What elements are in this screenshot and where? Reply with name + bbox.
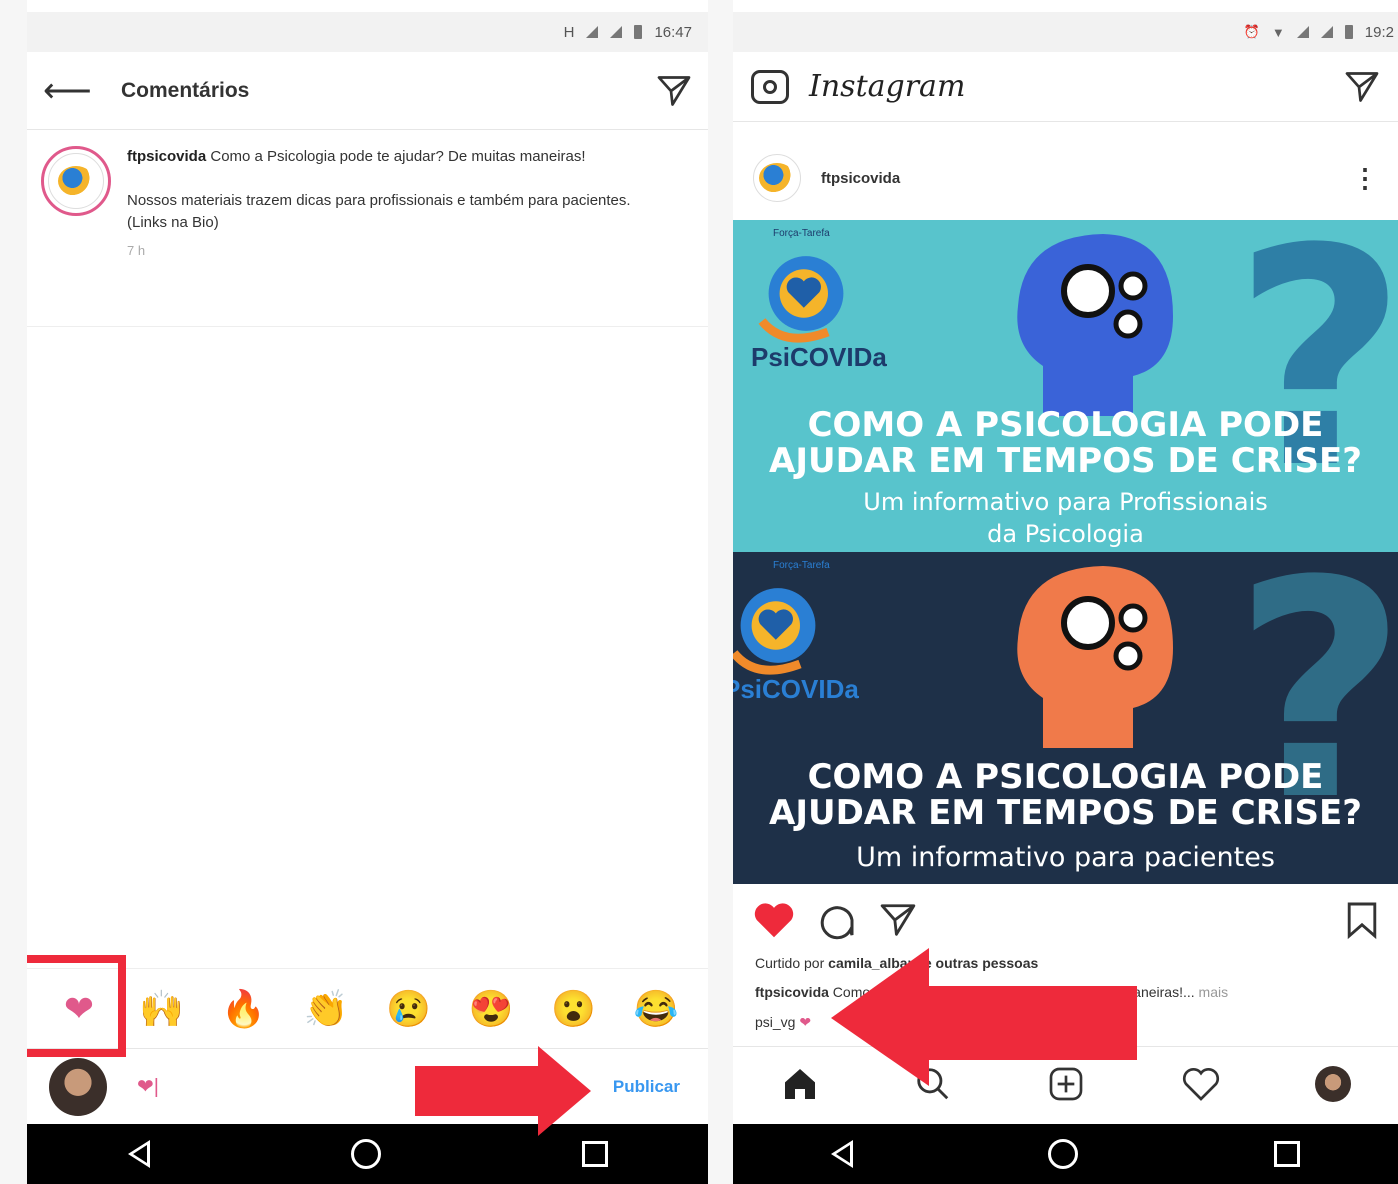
post-image-bottom[interactable]: Força-Tarefa PsiCOVIDa ? COMO A PSICOLOG… [733,552,1398,884]
status-bar: ⏰ ▼ 19:2 [733,12,1398,52]
caption-line: (Links na Bio) [127,214,219,231]
caption-username[interactable]: ftpsicovida [755,984,829,1000]
bookmark-icon[interactable] [1346,900,1378,940]
android-nav-bar [733,1124,1398,1184]
instagram-header: Instagram [733,52,1398,122]
alarm-icon: ⏰ [1243,24,1260,39]
back-arrow-icon[interactable]: ⟵ [43,71,103,111]
psicovida-logo-icon [758,256,844,343]
activity-heart-icon[interactable] [1181,1065,1221,1103]
emoji-laughing[interactable]: 😂 [626,988,686,1030]
red-arrow-right-icon [415,1046,591,1136]
panel-subtitle: Um informativo para Profissionais [863,488,1268,516]
comment-username[interactable]: psi_vg [755,1014,795,1030]
nav-home-icon[interactable] [350,1139,381,1169]
caption-line: Nossos materiais trazem dicas para profi… [127,192,631,209]
nav-back-icon[interactable] [830,1140,853,1168]
more-link[interactable]: mais [1195,984,1229,1000]
psicovida-logo-icon [733,588,816,675]
post-username[interactable]: ftpsicovida [821,170,1352,187]
post-caption: ftpsicovida Como a Psicologia pode te aj… [27,130,708,327]
nav-home-icon[interactable] [1048,1139,1079,1169]
more-options-icon[interactable]: ⋮ [1352,163,1378,194]
panel-brand: PsiCOVIDa [751,342,887,372]
panel-small-label: Força-Tarefa [773,228,830,239]
signal-icon [1296,26,1309,38]
head-gears-icon [1017,234,1173,416]
direct-send-icon[interactable] [656,73,692,109]
nav-recents-icon[interactable] [581,1141,608,1167]
comment-line: psi_vg ❤ [755,1014,811,1031]
signal-icon [610,26,623,38]
panel-title: COMO A PSICOLOGIA PODE [807,757,1324,797]
heart-filled-icon[interactable] [753,901,795,939]
nav-back-icon[interactable] [127,1140,150,1168]
panel-title: AJUDAR EM TEMPOS DE CRISE? [769,793,1362,833]
avatar[interactable] [41,146,111,216]
share-icon[interactable] [879,901,917,939]
panel-brand: PsiCOVIDa [733,674,859,704]
comment-composer: ❤| Publicar [27,1048,708,1124]
comments-header: ⟵ Comentários [27,52,708,130]
avatar[interactable] [753,154,801,202]
feed-screen: ⏰ ▼ 19:2 Instagram ftpsicovida ⋮ Força-T… [733,0,1398,1184]
quick-emoji-bar: ❤ 🙌 🔥 👏 😢 😍 😮 😂 [27,968,708,1048]
clock: 16:47 [654,23,692,41]
signal-icon [1320,26,1333,38]
instagram-logo: Instagram [809,69,966,104]
highlight-box [27,955,126,1057]
nav-recents-icon[interactable] [1274,1141,1301,1167]
panel-title: COMO A PSICOLOGIA PODE [807,405,1324,445]
panel-small-label: Força-Tarefa [773,560,830,571]
emoji-fire[interactable]: 🔥 [214,988,274,1030]
post-actions [733,888,1398,952]
wifi-icon: ▼ [1271,24,1285,40]
page-title: Comentários [121,78,250,102]
battery-icon [634,25,643,39]
panel-subtitle: Um informativo para pacientes [856,842,1275,873]
panel-subtitle: da Psicologia [987,520,1144,548]
emoji-heart-eyes[interactable]: 😍 [461,988,521,1030]
post-header: ftpsicovida ⋮ [733,140,1398,216]
red-arrow-left-icon [831,948,1137,1086]
emoji-surprised[interactable]: 😮 [544,988,604,1030]
caption-username[interactable]: ftpsicovida [127,148,206,165]
home-icon[interactable] [780,1064,820,1104]
android-nav-bar [27,1124,708,1184]
panel-title: AJUDAR EM TEMPOS DE CRISE? [769,441,1362,481]
psicovida-logo-icon [58,166,94,196]
emoji-raised-hands[interactable]: 🙌 [131,988,191,1030]
head-gears-icon [1017,566,1173,748]
liked-prefix: Curtido por [755,955,829,971]
camera-icon[interactable] [751,69,789,104]
comments-screen: H 16:47 ⟵ Comentários ftpsicovida Como a… [27,0,708,1184]
emoji-clapping[interactable]: 👏 [296,988,356,1030]
post-image-top[interactable]: Força-Tarefa PsiCOVIDa ? COMO A PSICOLOG… [733,220,1398,552]
caption-line: Como a Psicologia pode te ajudar? De mui… [210,148,586,165]
user-avatar [49,1057,107,1116]
clock: 19:2 [1364,23,1394,41]
comment-icon[interactable] [817,900,857,940]
caption-time: 7 h [127,243,146,258]
battery-icon [1344,25,1353,39]
emoji-crying[interactable]: 😢 [379,988,439,1030]
comment-text: ❤ [795,1014,812,1030]
status-bar: H 16:47 [27,12,708,52]
profile-avatar[interactable] [1314,1065,1351,1102]
direct-send-icon[interactable] [1344,69,1380,105]
psicovida-logo-icon [759,163,795,193]
signal-icon [586,26,599,38]
network-indicator: H [563,23,575,41]
publish-button[interactable]: Publicar [613,1077,680,1097]
